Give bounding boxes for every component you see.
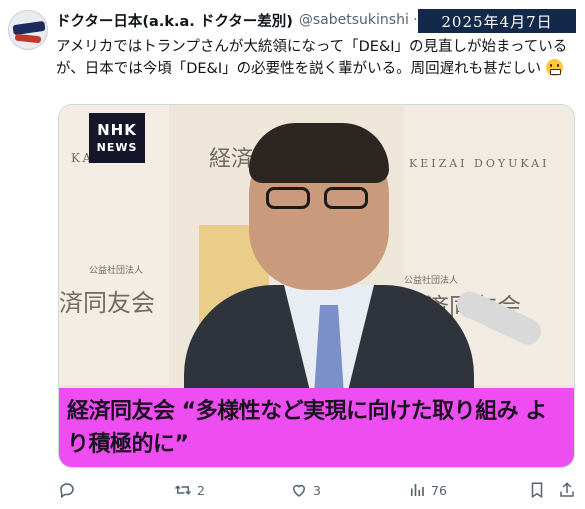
avatar-brush-stroke-red xyxy=(14,33,42,44)
avatar[interactable] xyxy=(8,10,48,50)
backdrop-text-small-left: 公益社団法人 xyxy=(89,266,144,276)
nhk-logo-line2: NEWS xyxy=(96,141,138,154)
nhk-news-logo: NHK NEWS xyxy=(89,113,145,163)
tweet-header: ドクター日本(a.k.a. ドクター差別) @sabetsukinshi · xyxy=(56,9,418,31)
speaker-photo xyxy=(154,123,484,395)
author-name[interactable]: ドクター日本(a.k.a. ドクター差別) xyxy=(56,10,293,31)
bookmark-icon xyxy=(531,482,543,499)
views-chart-icon xyxy=(410,484,424,496)
tweet-media-image[interactable]: KAI 経済同友会 KEIZAI DOYUKAI 公益社団法人 済同友会 公益社… xyxy=(58,104,575,468)
speaker-hair xyxy=(249,123,389,183)
author-handle[interactable]: @sabetsukinshi · xyxy=(299,12,418,28)
heart-icon xyxy=(292,484,306,497)
views-count: 76 xyxy=(431,482,447,498)
glasses-icon xyxy=(266,187,372,211)
reply-button[interactable] xyxy=(58,478,81,502)
nhk-logo-line1: NHK xyxy=(97,121,137,139)
share-icon xyxy=(560,482,574,497)
retweet-button[interactable]: 2 xyxy=(174,478,205,502)
like-button[interactable]: 3 xyxy=(290,478,321,502)
date-overlay: 2025年4月7日 xyxy=(417,8,577,34)
share-button[interactable] xyxy=(558,478,581,502)
grimacing-face-icon xyxy=(545,59,563,76)
backdrop-text-left-bottom: 済同友会 xyxy=(59,289,155,317)
retweet-icon xyxy=(174,485,192,495)
retweet-count: 2 xyxy=(197,482,205,498)
like-count: 3 xyxy=(313,482,321,498)
tweet-actions: 2 3 76 xyxy=(56,478,580,502)
tweet-body: アメリカではトランプさんが大統領になって「DE&I」の見直しが始まっているが、日… xyxy=(56,39,568,77)
news-caption: 経済同友会 “多様性など実現に向けた取り組み より積極的に” xyxy=(59,388,574,467)
views-button[interactable]: 76 xyxy=(408,478,447,502)
tweet-text: アメリカではトランプさんが大統領になって「DE&I」の見直しが始まっているが、日… xyxy=(56,36,581,80)
bookmark-button[interactable] xyxy=(528,478,551,502)
reply-icon xyxy=(60,483,74,499)
